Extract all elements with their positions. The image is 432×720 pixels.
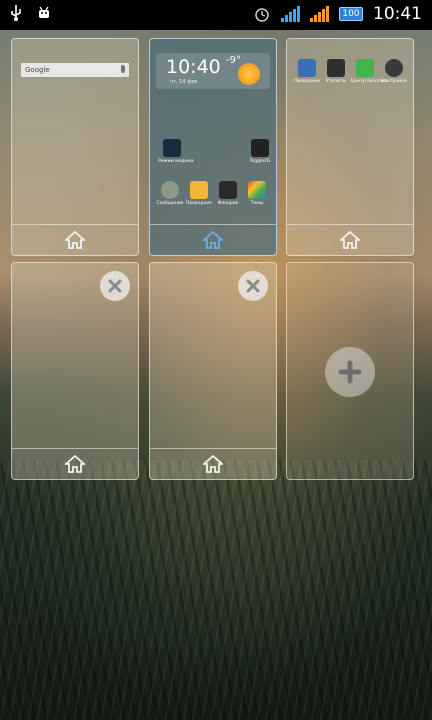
app-messages[interactable]: Сообщения (156, 181, 184, 206)
battery-icon: 100 (339, 7, 363, 21)
app-settings[interactable]: Настройки (380, 59, 408, 84)
home-icon (65, 455, 85, 473)
themes-app-icon (248, 181, 266, 199)
home-screen-panel-5[interactable] (149, 262, 277, 480)
set-home-button[interactable] (12, 448, 138, 479)
android-debug-icon (39, 6, 49, 18)
plus-icon (338, 360, 362, 384)
clock-weather-widget[interactable]: 10:40 чт, 14 фев -9° (156, 53, 270, 89)
security-app-icon (356, 59, 374, 77)
google-search-widget[interactable]: Google (21, 63, 129, 77)
utilities-app-icon (327, 59, 345, 77)
set-home-button[interactable] (287, 224, 413, 255)
home-icon (203, 455, 223, 473)
home-icon (340, 231, 360, 249)
set-home-button[interactable] (12, 224, 138, 255)
add-panel-slot[interactable] (286, 262, 414, 480)
app-flashlight[interactable]: Фонарик (214, 181, 242, 206)
app-themes[interactable]: Темы (243, 181, 271, 206)
sun-weather-icon (238, 63, 260, 85)
clock-date: чт, 14 фев (170, 79, 198, 85)
app-modem[interactable]: Режим модема (158, 139, 193, 164)
remove-panel-button[interactable] (100, 271, 130, 301)
search-label: Google (25, 66, 50, 74)
explorer-app-icon (190, 181, 208, 199)
settings-app-icon (385, 59, 403, 77)
toggle2g-app-icon (251, 139, 269, 157)
home-icon (65, 231, 85, 249)
home-screen-panel-2[interactable]: 10:40 чт, 14 фев -9° Режим модема Toggle… (149, 38, 277, 256)
app-utilities[interactable]: Утилиты (322, 59, 350, 84)
flashlight-app-icon (219, 181, 237, 199)
set-home-button[interactable] (150, 448, 276, 479)
add-panel-button[interactable] (325, 347, 375, 397)
set-home-button-current[interactable] (150, 224, 276, 255)
app-security[interactable]: Центр безопасн. (351, 59, 390, 84)
alarm-icon (255, 8, 269, 22)
app-explorer[interactable]: Проводник (185, 181, 213, 206)
close-icon (108, 279, 122, 293)
cell-signal-icon (310, 6, 329, 22)
weather-temp: -9° (226, 55, 241, 66)
close-icon (246, 279, 260, 293)
clock-time: 10:40 (166, 56, 221, 78)
home-screen-panel-1[interactable]: Google (11, 38, 139, 256)
mic-icon (121, 65, 125, 73)
home-screen-panel-4[interactable] (11, 262, 139, 480)
home-icon-active (203, 231, 223, 249)
messages-app-icon (161, 181, 179, 199)
wallpaper-grass (0, 460, 432, 720)
home-screen-panel-3[interactable]: Проводник Утилиты Центр безопасн. Настро… (286, 38, 414, 256)
modem-app-icon (163, 139, 181, 157)
status-bar: 100 10:41 (0, 0, 432, 30)
usb-icon (11, 5, 21, 21)
app-toggle2g[interactable]: Toggle2G (246, 139, 274, 164)
wifi-signal-icon (281, 6, 300, 22)
explorer2-app-icon (298, 59, 316, 77)
status-time: 10:41 (373, 4, 422, 24)
remove-panel-button[interactable] (238, 271, 268, 301)
app-explorer-2[interactable]: Проводник (293, 59, 321, 84)
